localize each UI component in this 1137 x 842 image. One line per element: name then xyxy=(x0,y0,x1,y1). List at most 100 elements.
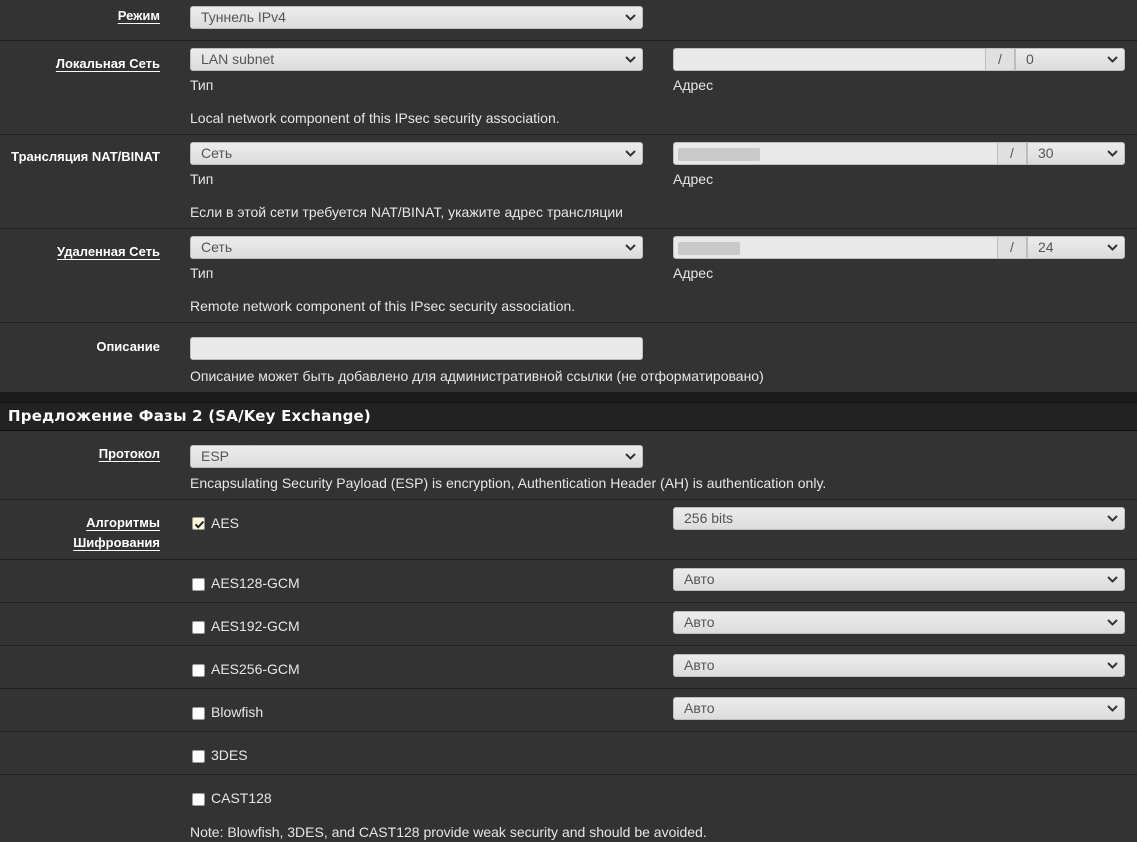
chevron-down-icon xyxy=(1106,49,1118,70)
nat-row: Трансляция NAT/BINAT Сеть Тип / 30 Адрес… xyxy=(0,135,1137,229)
description-row: Описание Описание может быть добавлено д… xyxy=(0,323,1137,392)
remote-network-help: Remote network component of this IPsec s… xyxy=(190,298,576,314)
remote-network-label: Удаленная Сеть xyxy=(56,244,160,259)
aes128-gcm-keylen-select[interactable]: Авто xyxy=(673,568,1125,591)
blowfish-keylen-select[interactable]: Авто xyxy=(673,697,1125,720)
encryption-row-aes: Алгоритмы Шифрования AES 256 bits xyxy=(0,500,1137,560)
remote-network-address-input[interactable] xyxy=(673,236,998,259)
mode-select-value: Туннель IPv4 xyxy=(201,9,286,25)
local-network-label: Локальная Сеть xyxy=(55,56,160,71)
local-network-row: Локальная Сеть LAN subnet Тип / 0 Адрес … xyxy=(0,41,1137,135)
checkmark-icon xyxy=(194,520,205,529)
redacted-address xyxy=(678,148,760,161)
chevron-down-icon xyxy=(1106,612,1118,633)
chevron-down-icon xyxy=(624,7,636,28)
encryption-row-cast128: CAST128 Note: Blowfish, 3DES, and CAST12… xyxy=(0,775,1137,842)
encryption-row-aes192-gcm: AES192-GCM Авто xyxy=(0,603,1137,646)
aes-checkbox[interactable] xyxy=(192,517,205,530)
aes128-gcm-checkbox[interactable] xyxy=(192,578,205,591)
redacted-address xyxy=(678,242,740,255)
aes192-gcm-keylen-value: Авто xyxy=(684,614,715,630)
local-network-type-value: LAN subnet xyxy=(201,51,275,67)
aes256-gcm-label: AES256-GCM xyxy=(211,661,300,677)
encryption-weak-note: Note: Blowfish, 3DES, and CAST128 provid… xyxy=(190,824,707,840)
local-network-slash: / xyxy=(985,48,1015,71)
nat-slash: / xyxy=(997,142,1027,165)
aes192-gcm-checkbox[interactable] xyxy=(192,621,205,634)
blowfish-checkbox[interactable] xyxy=(192,707,205,720)
encryption-row-aes128-gcm: AES128-GCM Авто xyxy=(0,560,1137,603)
local-network-mask-select[interactable]: 0 xyxy=(1015,48,1125,71)
chevron-down-icon xyxy=(1106,655,1118,676)
remote-network-address-group: / 24 xyxy=(673,236,1125,259)
section-gap xyxy=(0,392,1137,402)
nat-mask-select[interactable]: 30 xyxy=(1027,142,1125,165)
local-network-type-select[interactable]: LAN subnet xyxy=(190,48,643,71)
3des-label: 3DES xyxy=(211,747,248,763)
aes128-gcm-keylen-value: Авто xyxy=(684,571,715,587)
chevron-down-icon xyxy=(1106,508,1118,529)
protocol-select[interactable]: ESP xyxy=(190,445,643,468)
nat-address-group: / 30 xyxy=(673,142,1125,165)
aes192-gcm-label: AES192-GCM xyxy=(211,618,300,634)
encryption-label-line2: Шифрования xyxy=(73,535,160,550)
remote-network-type-caption: Тип xyxy=(190,265,214,281)
local-network-address-input[interactable] xyxy=(673,48,986,71)
aes256-gcm-keylen-select[interactable]: Авто xyxy=(673,654,1125,677)
aes256-gcm-keylen-value: Авто xyxy=(684,657,715,673)
nat-label: Трансляция NAT/BINAT xyxy=(11,149,160,164)
description-input[interactable] xyxy=(190,337,643,360)
nat-type-select[interactable]: Сеть xyxy=(190,142,643,165)
chevron-down-icon xyxy=(624,49,636,70)
protocol-select-value: ESP xyxy=(201,448,230,464)
chevron-down-icon xyxy=(624,446,636,467)
mode-label: Режим xyxy=(117,8,160,23)
aes-keylen-value: 256 bits xyxy=(684,510,734,526)
encryption-row-blowfish: Blowfish Авто xyxy=(0,689,1137,732)
aes192-gcm-keylen-select[interactable]: Авто xyxy=(673,611,1125,634)
mode-row: Режим Туннель IPv4 xyxy=(0,0,1137,41)
aes-keylen-select[interactable]: 256 bits xyxy=(673,507,1125,530)
remote-network-type-select[interactable]: Сеть xyxy=(190,236,643,259)
cast128-checkbox[interactable] xyxy=(192,793,205,806)
3des-checkbox[interactable] xyxy=(192,750,205,763)
remote-network-slash: / xyxy=(997,236,1027,259)
nat-type-caption: Тип xyxy=(190,171,214,187)
encryption-row-aes256-gcm: AES256-GCM Авто xyxy=(0,646,1137,689)
local-network-help: Local network component of this IPsec se… xyxy=(190,110,560,126)
phase2-section-header: Предложение Фазы 2 (SA/Key Exchange) xyxy=(0,402,1137,431)
local-network-type-caption: Тип xyxy=(190,77,214,93)
cast128-label: CAST128 xyxy=(211,790,272,806)
aes128-gcm-label: AES128-GCM xyxy=(211,575,300,591)
protocol-label: Протокол xyxy=(98,446,160,461)
local-network-address-group: / 0 xyxy=(673,48,1125,71)
chevron-down-icon xyxy=(624,143,636,164)
chevron-down-icon xyxy=(1106,569,1118,590)
remote-network-mask-select[interactable]: 24 xyxy=(1027,236,1125,259)
protocol-row: Протокол ESP Encapsulating Security Payl… xyxy=(0,431,1137,500)
nat-help: Если в этой сети требуется NAT/BINAT, ук… xyxy=(190,204,623,220)
encryption-label-line1: Алгоритмы xyxy=(86,515,160,530)
chevron-down-icon xyxy=(1106,698,1118,719)
encryption-row-3des: 3DES xyxy=(0,732,1137,775)
nat-mask-value: 30 xyxy=(1038,145,1054,161)
blowfish-keylen-value: Авто xyxy=(684,700,715,716)
local-network-address-caption: Адрес xyxy=(673,77,714,93)
aes-label: AES xyxy=(211,515,240,531)
description-help: Описание может быть добавлено для админи… xyxy=(190,368,764,384)
mode-select[interactable]: Туннель IPv4 xyxy=(190,6,643,29)
remote-network-address-caption: Адрес xyxy=(673,265,714,281)
chevron-down-icon xyxy=(1106,143,1118,164)
nat-address-input[interactable] xyxy=(673,142,998,165)
aes256-gcm-checkbox[interactable] xyxy=(192,664,205,677)
blowfish-label: Blowfish xyxy=(211,704,264,720)
nat-type-value: Сеть xyxy=(201,145,233,161)
local-network-mask-value: 0 xyxy=(1026,51,1034,67)
remote-network-type-value: Сеть xyxy=(201,239,233,255)
description-label: Описание xyxy=(96,339,160,354)
protocol-help: Encapsulating Security Payload (ESP) is … xyxy=(190,475,827,491)
chevron-down-icon xyxy=(1106,237,1118,258)
chevron-down-icon xyxy=(624,237,636,258)
remote-network-mask-value: 24 xyxy=(1038,239,1054,255)
nat-address-caption: Адрес xyxy=(673,171,714,187)
